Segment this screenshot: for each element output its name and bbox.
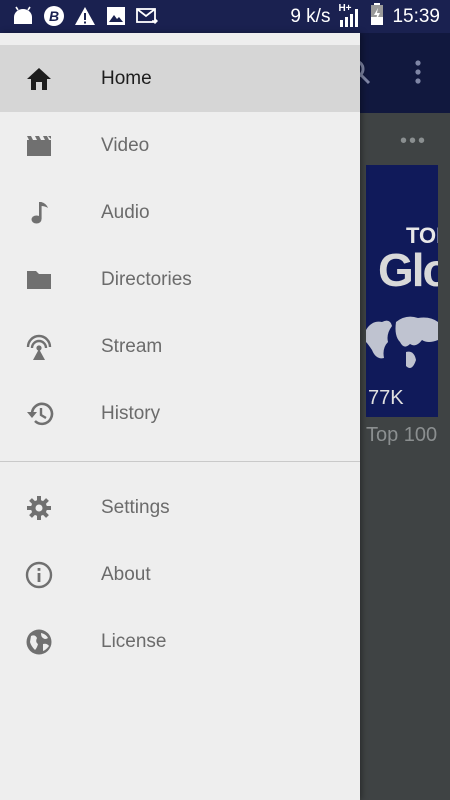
drawer-item-label: History (101, 402, 161, 424)
network-speed: 9 k/s (290, 6, 331, 27)
gear-icon (24, 494, 54, 522)
drawer-item-video[interactable]: Video (0, 112, 360, 179)
notification-icons: B (12, 5, 158, 27)
drawer-item-about[interactable]: About (0, 541, 360, 608)
drawer-item-label: Home (101, 67, 152, 89)
history-icon (24, 400, 54, 428)
warning-icon (74, 5, 96, 27)
thumbnail-title-main: Glo (378, 244, 438, 296)
drawer-item-audio[interactable]: Audio (0, 179, 360, 246)
drawer-item-history[interactable]: History (0, 380, 360, 447)
mail-icon (136, 5, 158, 27)
drawer-item-license[interactable]: License (0, 608, 360, 675)
video-caption: Top 100 (366, 424, 438, 446)
android-icon (12, 5, 34, 27)
drawer-item-home[interactable]: Home (0, 45, 360, 112)
drawer-item-label: Audio (101, 201, 150, 223)
world-map-icon (366, 316, 438, 368)
drawer-item-label: Directories (101, 268, 192, 290)
folder-icon (24, 266, 54, 294)
drawer-item-label: Settings (101, 496, 170, 518)
more-vert-icon (410, 58, 426, 93)
drawer-item-label: License (101, 630, 167, 652)
battery-icon (370, 3, 384, 31)
drawer-item-label: Stream (101, 335, 163, 357)
image-icon (105, 5, 127, 27)
stream-icon (24, 333, 54, 361)
drawer-item-label: Video (101, 134, 150, 156)
overflow-dots-icon: ••• (400, 130, 428, 152)
signal-icon: H+ (338, 3, 362, 28)
thumbnail-views: 77K (368, 387, 404, 409)
clock: 15:39 (392, 6, 440, 27)
drawer-item-settings[interactable]: Settings (0, 474, 360, 541)
drawer-item-stream[interactable]: Stream (0, 313, 360, 380)
navigation-drawer: Home Video Audio Directories Stream Hist… (0, 33, 360, 800)
status-bar: B 9 k/s H+ 15:39 (0, 0, 450, 33)
home-icon (24, 65, 54, 93)
svg-text:B: B (49, 8, 59, 24)
info-icon (24, 561, 54, 589)
b-app-icon: B (43, 5, 65, 27)
drawer-item-directories[interactable]: Directories (0, 246, 360, 313)
globe-icon (24, 628, 54, 656)
video-thumbnail: TOP Glo 77K (366, 165, 438, 417)
music-note-icon (24, 199, 54, 227)
drawer-item-label: About (101, 563, 151, 585)
drawer-divider (0, 461, 360, 462)
video-icon (24, 132, 54, 160)
